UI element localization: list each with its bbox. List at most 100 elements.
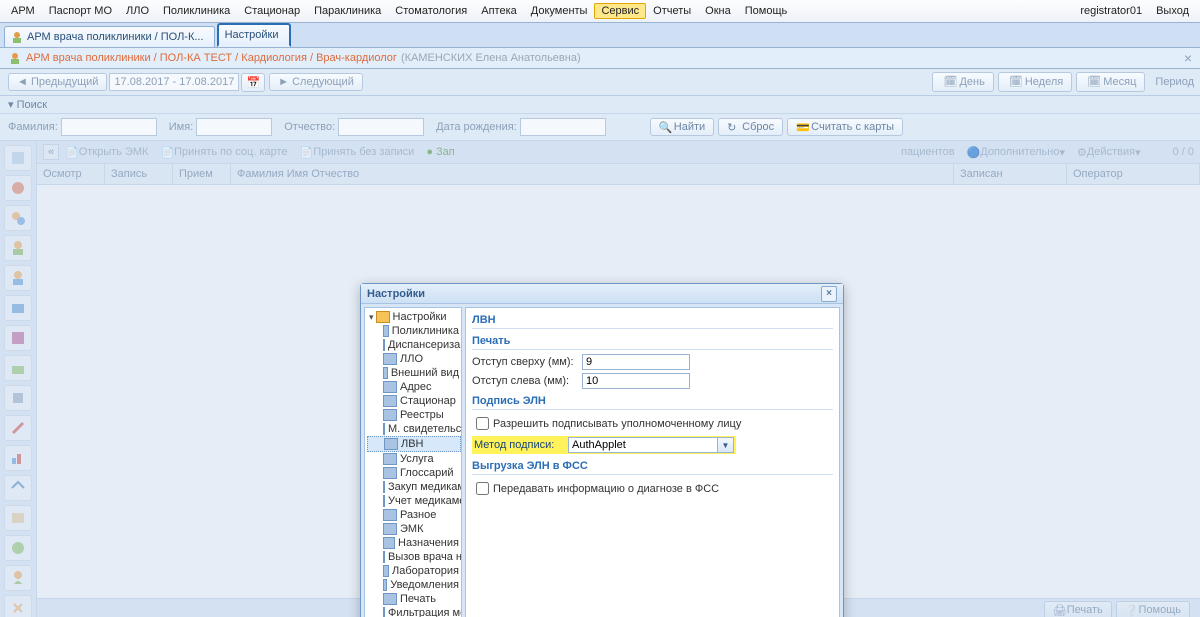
menu-documents[interactable]: Документы <box>524 3 595 19</box>
search-header[interactable]: ▾ Поиск <box>0 96 1200 114</box>
menu-windows[interactable]: Окна <box>698 3 738 19</box>
fam-input[interactable] <box>61 118 157 136</box>
menu-service[interactable]: Сервис <box>594 3 646 19</box>
tab-settings[interactable]: Настройки <box>217 23 291 47</box>
fss-diag-label: Передавать информацию о диагнозе в ФСС <box>493 483 719 495</box>
tree-item[interactable]: Назначения <box>367 536 461 550</box>
fss-diag-checkbox[interactable] <box>476 482 489 495</box>
sign-method-select[interactable] <box>568 437 717 453</box>
menu-dental[interactable]: Стоматология <box>388 3 474 19</box>
allow-sign-checkbox[interactable] <box>476 417 489 430</box>
close-icon[interactable]: × <box>1184 50 1192 66</box>
tree-item[interactable]: Услуга <box>367 452 461 466</box>
col-osmotr[interactable]: Осмотр <box>37 164 105 184</box>
menu-help[interactable]: Помощь <box>738 3 795 19</box>
tree-item[interactable]: М. свидетельства <box>367 422 461 436</box>
tool-icon-4[interactable] <box>4 235 32 261</box>
tool-icon-12[interactable] <box>4 475 32 501</box>
col-zapis[interactable]: Запись <box>105 164 173 184</box>
menu-pharmacy[interactable]: Аптека <box>474 3 524 19</box>
name-input[interactable] <box>196 118 272 136</box>
tree-item[interactable]: ЭМК <box>367 522 461 536</box>
tool-icon-14[interactable] <box>4 535 32 561</box>
tool-icon-2[interactable] <box>4 175 32 201</box>
tree-item[interactable]: Закуп медикаменто <box>367 480 461 494</box>
name-label: Имя: <box>169 121 193 133</box>
menu-passport[interactable]: Паспорт МО <box>42 3 119 19</box>
tree-item[interactable]: Адрес <box>367 380 461 394</box>
tree-item[interactable]: Реестры <box>367 408 461 422</box>
view-month[interactable]: 🗓Месяц <box>1076 72 1145 92</box>
find-button[interactable]: 🔍Найти <box>650 118 714 136</box>
tree-item[interactable]: ЛВН <box>367 436 461 452</box>
accept-noreg-button[interactable]: 📄 Принять без записи <box>300 146 415 159</box>
reset-button[interactable]: ↻Сброс <box>718 118 783 136</box>
readcard-button[interactable]: 💳Считать с карты <box>787 118 903 136</box>
collapse-icon[interactable]: « <box>43 144 59 160</box>
otch-input[interactable] <box>338 118 424 136</box>
tool-icon-11[interactable] <box>4 445 32 471</box>
tree-item[interactable]: Внешний вид <box>367 366 461 380</box>
menu-polyclinic[interactable]: Поликлиника <box>156 3 237 19</box>
tool-icon-1[interactable] <box>4 145 32 171</box>
tool-icon-13[interactable] <box>4 505 32 531</box>
col-fio[interactable]: Фамилия Имя Отчество <box>231 164 954 184</box>
tool-icon-3[interactable] <box>4 205 32 231</box>
dob-input[interactable] <box>520 118 606 136</box>
tree-item[interactable]: Печать <box>367 592 461 606</box>
tree-item[interactable]: Уведомления <box>367 578 461 592</box>
tree-item[interactable]: Поликлиника <box>367 324 461 338</box>
section-sign: Подпись ЭЛН <box>472 395 833 410</box>
tool-icon-6[interactable] <box>4 295 32 321</box>
more-button[interactable]: 🔵 Дополнительно ▾ <box>967 146 1065 159</box>
left-offset-input[interactable] <box>582 373 690 389</box>
menu-reports[interactable]: Отчеты <box>646 3 698 19</box>
accept-card-button[interactable]: 📄 Принять по соц. карте <box>160 146 287 159</box>
search-icon: 🔍 <box>659 121 671 133</box>
calendar-icon[interactable]: 📅 <box>241 73 265 92</box>
tree-item[interactable]: Разное <box>367 508 461 522</box>
tab-label: АРМ врача поликлиники / ПОЛ-К... <box>27 31 204 43</box>
tree-item[interactable]: Фильтрация мед. п <box>367 606 461 617</box>
col-priem[interactable]: Прием <box>173 164 231 184</box>
settings-tree[interactable]: НастройкиПоликлиникаДиспансеризация/ГЛЛО… <box>364 307 462 617</box>
view-week[interactable]: 🗓Неделя <box>998 72 1072 92</box>
close-icon[interactable]: × <box>821 286 837 302</box>
tree-item[interactable]: Стационар <box>367 394 461 408</box>
tab-arm[interactable]: АРМ врача поликлиники / ПОЛ-К... <box>4 26 215 47</box>
tree-item[interactable]: Вызов врача на до <box>367 550 461 564</box>
date-range-input[interactable] <box>109 73 239 91</box>
menu-paraclinic[interactable]: Параклиника <box>307 3 388 19</box>
tree-root[interactable]: Настройки <box>367 310 461 324</box>
modal-titlebar[interactable]: Настройки × <box>361 284 843 304</box>
breadcrumb-text: АРМ врача поликлиники / ПОЛ-КА ТЕСТ / Ка… <box>26 52 397 64</box>
open-emk-button[interactable]: 📄 Открыть ЭМК <box>65 146 148 159</box>
menu-llo[interactable]: ЛЛО <box>119 3 156 19</box>
exit-button[interactable]: Выход <box>1149 3 1196 19</box>
tree-item[interactable]: Учет медикаменто <box>367 494 461 508</box>
tree-item[interactable]: ЛЛО <box>367 352 461 366</box>
print-button[interactable]: 🖨 Печать <box>1044 601 1112 617</box>
menu-hospital[interactable]: Стационар <box>237 3 307 19</box>
col-zapisan[interactable]: Записан <box>954 164 1067 184</box>
top-offset-input[interactable] <box>582 354 690 370</box>
prev-button[interactable]: ◄ Предыдущий <box>8 73 107 91</box>
tool-icon-8[interactable] <box>4 355 32 381</box>
form-icon <box>383 325 389 337</box>
tool-icon-16[interactable] <box>4 595 32 617</box>
tool-icon-5[interactable] <box>4 265 32 291</box>
tree-item[interactable]: Лаборатория <box>367 564 461 578</box>
tool-icon-10[interactable] <box>4 415 32 441</box>
actions-button[interactable]: ⚙ Действия ▾ <box>1077 146 1141 159</box>
tool-icon-15[interactable] <box>4 565 32 591</box>
help-button[interactable]: ❔ Помощь <box>1116 601 1190 617</box>
col-operator[interactable]: Оператор <box>1067 164 1200 184</box>
view-day[interactable]: 🗓День <box>932 72 993 92</box>
menu-arm[interactable]: АРМ <box>4 3 42 19</box>
tree-item[interactable]: Диспансеризация/Г <box>367 338 461 352</box>
chevron-down-icon[interactable]: ▼ <box>717 437 734 453</box>
tool-icon-9[interactable] <box>4 385 32 411</box>
tree-item[interactable]: Глоссарий <box>367 466 461 480</box>
next-button[interactable]: ► Следующий <box>269 73 363 91</box>
tool-icon-7[interactable] <box>4 325 32 351</box>
